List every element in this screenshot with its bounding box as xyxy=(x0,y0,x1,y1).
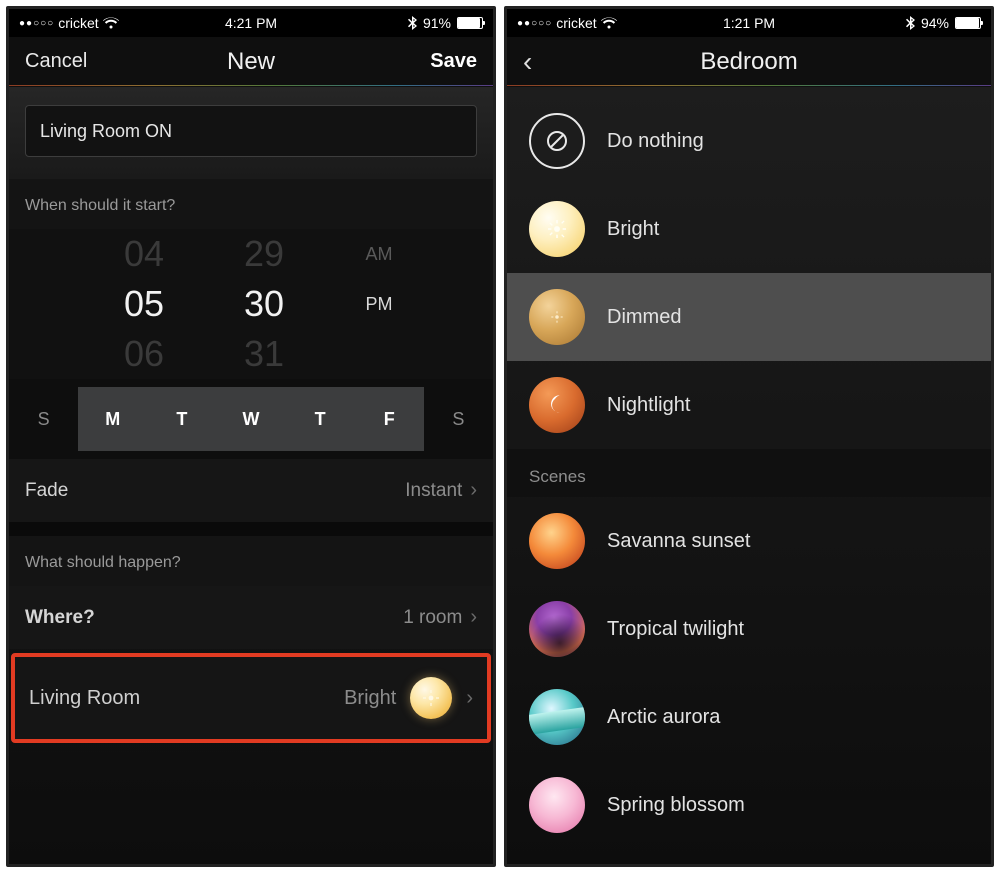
scene-label: Savanna sunset xyxy=(607,530,750,553)
where-value: 1 room xyxy=(403,607,462,629)
day-sun[interactable]: S xyxy=(9,379,78,459)
picker-hour-column[interactable]: 04 05 06 xyxy=(99,229,189,379)
moon-icon xyxy=(529,377,585,433)
time-picker[interactable]: 04 05 06 29 30 31 AM PM xyxy=(9,229,493,379)
status-time: 4:21 PM xyxy=(225,15,277,31)
status-bar: ●●○○○ cricket 4:21 PM 91% xyxy=(9,9,493,37)
chevron-right-icon: › xyxy=(466,687,473,710)
fade-label: Fade xyxy=(25,480,68,502)
carrier-label: cricket xyxy=(556,15,596,31)
room-name: Living Room xyxy=(29,687,140,710)
preset-nightlight[interactable]: Nightlight xyxy=(507,361,991,449)
section-when-label: When should it start? xyxy=(9,179,493,229)
picker-ampm-column[interactable]: AM PM xyxy=(349,229,409,379)
screen-scene-picker: ●●○○○ cricket 1:21 PM 94% ‹ Bedroom Do n… xyxy=(504,6,994,867)
scene-arctic-aurora[interactable]: Arctic aurora xyxy=(507,673,991,761)
room-scene-row[interactable]: Living Room Bright › xyxy=(11,653,491,743)
signal-dots-icon: ●●○○○ xyxy=(19,18,54,29)
scenes-header: Scenes xyxy=(507,449,991,497)
day-selector: S M T W T F S xyxy=(9,379,493,459)
scene-thumb-icon xyxy=(529,601,585,657)
page-title: New xyxy=(227,48,275,76)
scene-savanna-sunset[interactable]: Savanna sunset xyxy=(507,497,991,585)
preset-label: Dimmed xyxy=(607,306,681,329)
page-title: Bedroom xyxy=(700,48,797,76)
preset-dimmed[interactable]: Dimmed xyxy=(507,273,991,361)
day-thu[interactable]: T xyxy=(286,387,355,451)
bright-orb-icon xyxy=(410,677,452,719)
day-wed[interactable]: W xyxy=(216,387,285,451)
chevron-right-icon: › xyxy=(470,606,477,629)
bluetooth-icon xyxy=(408,16,417,30)
chevron-right-icon: › xyxy=(470,479,477,502)
back-button[interactable]: ‹ xyxy=(523,46,532,77)
fade-value: Instant xyxy=(405,480,462,502)
scene-label: Tropical twilight xyxy=(607,618,744,641)
preset-label: Do nothing xyxy=(607,130,704,153)
scene-label: Spring blossom xyxy=(607,794,745,817)
section-what-label: What should happen? xyxy=(9,536,493,586)
scene-thumb-icon xyxy=(529,777,585,833)
day-fri[interactable]: F xyxy=(355,387,424,451)
day-sat[interactable]: S xyxy=(424,379,493,459)
nav-bar: ‹ Bedroom xyxy=(507,37,991,87)
scene-thumb-icon xyxy=(529,513,585,569)
preset-do-nothing[interactable]: Do nothing xyxy=(507,97,991,185)
day-mon[interactable]: M xyxy=(78,387,147,451)
where-label: Where? xyxy=(25,607,95,629)
scene-tropical-twilight[interactable]: Tropical twilight xyxy=(507,585,991,673)
preset-label: Nightlight xyxy=(607,394,690,417)
cancel-button[interactable]: Cancel xyxy=(25,50,227,73)
bluetooth-icon xyxy=(906,16,915,30)
battery-percent: 94% xyxy=(921,15,949,31)
status-bar: ●●○○○ cricket 1:21 PM 94% xyxy=(507,9,991,37)
save-button[interactable]: Save xyxy=(275,50,477,73)
picker-minute-column[interactable]: 29 30 31 xyxy=(219,229,309,379)
where-row[interactable]: Where? 1 room › xyxy=(9,586,493,649)
carrier-label: cricket xyxy=(58,15,98,31)
wifi-icon xyxy=(103,17,119,29)
day-tue[interactable]: T xyxy=(147,387,216,451)
signal-dots-icon: ●●○○○ xyxy=(517,18,552,29)
battery-percent: 91% xyxy=(423,15,451,31)
dimmed-orb-icon xyxy=(529,289,585,345)
battery-icon xyxy=(955,17,981,29)
scene-label: Arctic aurora xyxy=(607,706,720,729)
routine-name-input[interactable] xyxy=(25,105,477,157)
nav-bar: Cancel New Save xyxy=(9,37,493,87)
wifi-icon xyxy=(601,17,617,29)
status-time: 1:21 PM xyxy=(723,15,775,31)
battery-icon xyxy=(457,17,483,29)
fade-row[interactable]: Fade Instant › xyxy=(9,459,493,522)
room-scene-value: Bright xyxy=(344,687,396,710)
nothing-icon xyxy=(529,113,585,169)
preset-bright[interactable]: Bright xyxy=(507,185,991,273)
preset-label: Bright xyxy=(607,218,659,241)
scene-thumb-icon xyxy=(529,689,585,745)
scene-spring-blossom[interactable]: Spring blossom xyxy=(507,761,991,849)
screen-new-routine: ●●○○○ cricket 4:21 PM 91% Cancel New Sav… xyxy=(6,6,496,867)
bright-orb-icon xyxy=(529,201,585,257)
